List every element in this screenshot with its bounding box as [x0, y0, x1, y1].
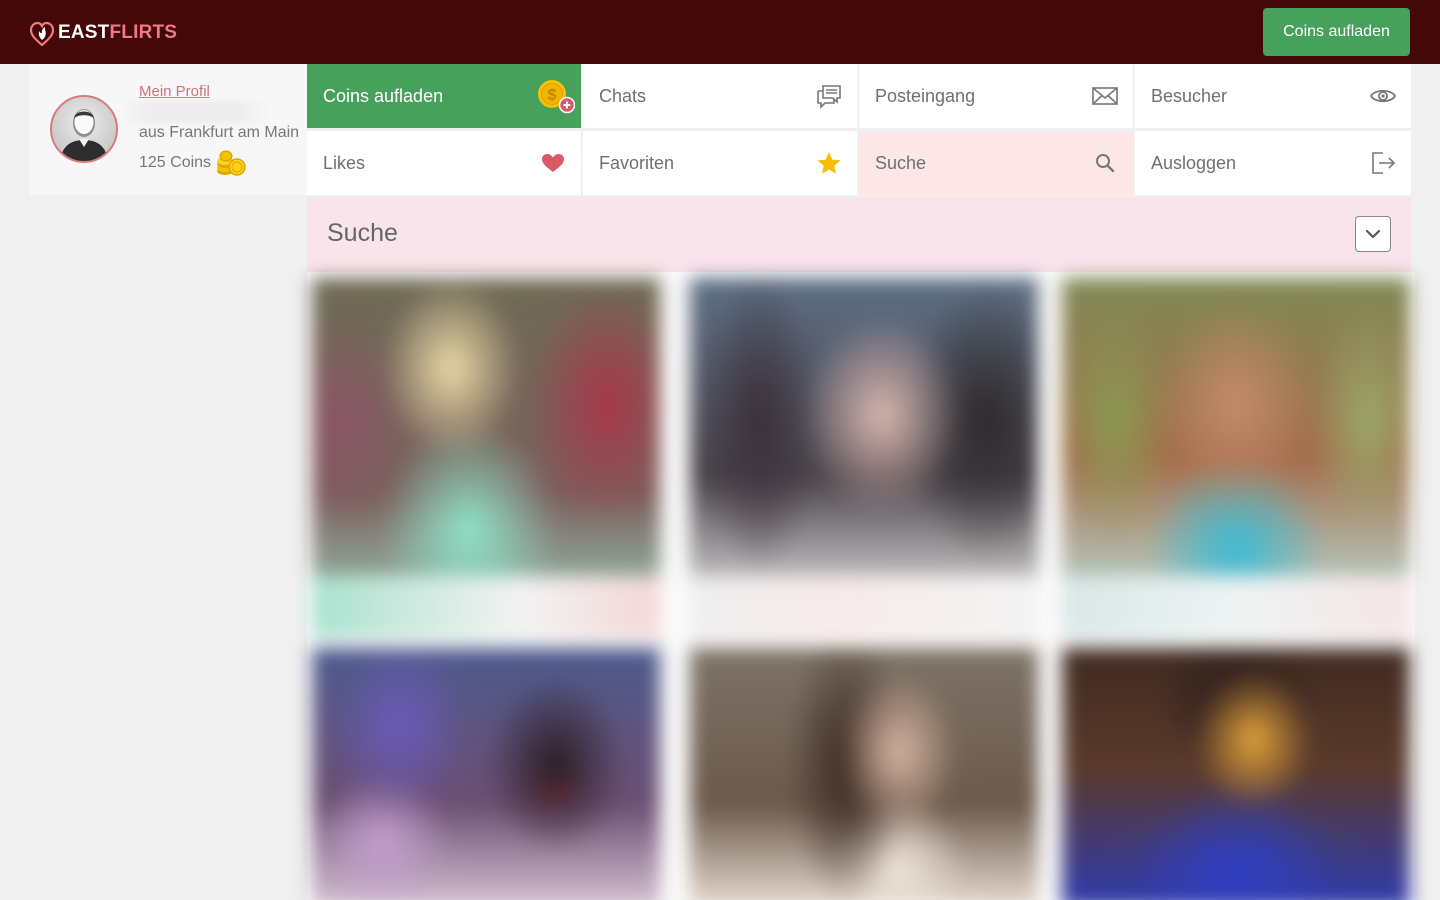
- profile-photo: [690, 648, 1038, 900]
- nav-coins-aufladen[interactable]: Coins aufladen $: [307, 64, 581, 128]
- nav-besucher[interactable]: Besucher: [1135, 64, 1411, 128]
- main-nav: Coins aufladen $ Chats Posteingang Besuc…: [307, 64, 1411, 195]
- nav-label: Coins aufladen: [323, 85, 444, 106]
- nav-label: Likes: [323, 152, 366, 173]
- profile-coins: 125 Coins: [139, 149, 247, 177]
- result-card[interactable]: [690, 648, 1038, 900]
- nav-label: Ausloggen: [1151, 152, 1237, 173]
- brand-secondary: FLIRTS: [109, 22, 178, 43]
- nav-label: Suche: [875, 152, 927, 173]
- result-card[interactable]: [1062, 648, 1410, 900]
- card-caption: [690, 576, 1038, 638]
- nav-label: Favoriten: [599, 152, 675, 173]
- coin-plus-icon: $: [535, 78, 575, 114]
- coin-stack-icon: [217, 150, 246, 176]
- nav-label: Posteingang: [875, 85, 976, 106]
- top-bar: EASTFLIRTS Coins aufladen: [0, 0, 1440, 64]
- eye-icon: [1369, 83, 1397, 109]
- eastflirts-logo[interactable]: EASTFLIRTS: [30, 19, 177, 47]
- nav-chats[interactable]: Chats: [583, 64, 857, 128]
- heart-icon: [539, 150, 567, 176]
- result-card[interactable]: [312, 648, 660, 900]
- result-card[interactable]: [690, 278, 1038, 638]
- star-icon: [815, 150, 843, 176]
- search-panel: Suche: [307, 197, 1411, 272]
- profile-location: aus Frankfurt am Main: [139, 124, 300, 141]
- result-card[interactable]: [1062, 278, 1410, 638]
- profile-card: Mein Profil aus Frankfurt am Main 125 Co…: [30, 64, 307, 195]
- nav-label: Chats: [599, 85, 647, 106]
- nav-favoriten[interactable]: Favoriten: [583, 131, 857, 195]
- profile-photo: [312, 648, 660, 900]
- logout-icon: [1369, 150, 1397, 176]
- profile-photo: [1062, 648, 1410, 900]
- result-card[interactable]: [312, 278, 660, 638]
- search-toggle-button[interactable]: [1355, 216, 1391, 252]
- header-coins-button[interactable]: Coins aufladen: [1263, 8, 1410, 56]
- envelope-icon: [1091, 83, 1119, 109]
- nav-posteingang[interactable]: Posteingang: [859, 64, 1133, 128]
- svg-text:$: $: [548, 87, 557, 104]
- nav-likes[interactable]: Likes: [307, 131, 581, 195]
- nav-label: Besucher: [1151, 85, 1228, 106]
- chat-bubbles-icon: [815, 83, 843, 109]
- nav-suche[interactable]: Suche: [859, 131, 1133, 195]
- brand-primary: EAST: [58, 22, 110, 43]
- nav-ausloggen[interactable]: Ausloggen: [1135, 131, 1411, 195]
- coin-balance: 125 Coins: [139, 154, 212, 171]
- card-caption: [312, 576, 660, 638]
- heart-flame-icon: [30, 21, 54, 46]
- default-avatar-icon[interactable]: [50, 95, 118, 163]
- my-profile-link[interactable]: Mein Profil: [139, 83, 210, 100]
- search-icon: [1091, 150, 1119, 176]
- search-panel-title: Suche: [327, 219, 398, 247]
- chevron-down-icon: [1365, 229, 1381, 239]
- card-caption: [1062, 576, 1410, 638]
- profile-name-redacted: [122, 101, 267, 123]
